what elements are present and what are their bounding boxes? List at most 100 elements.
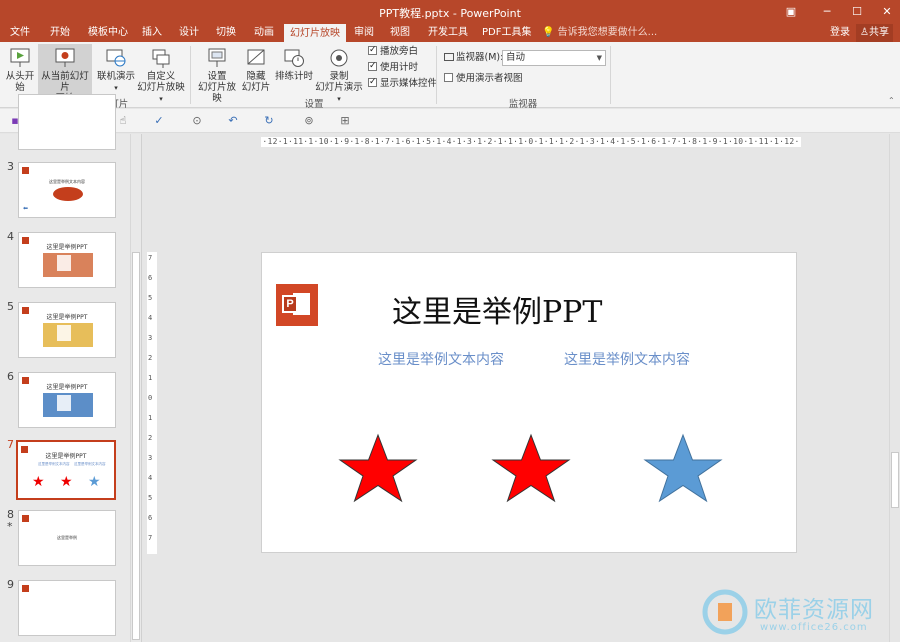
lightbulb-icon: 💡 — [542, 27, 555, 38]
vertical-ruler: 7 6 5 4 3 2 1 0 1 2 3 4 5 6 7 — [147, 252, 157, 554]
window-title: PPT教程.pptx - PowerPoint — [379, 7, 521, 20]
slide-number: 7 — [7, 438, 14, 451]
slide-title[interactable]: 这里是举例PPT — [392, 287, 652, 331]
hide-slide-icon — [247, 49, 265, 65]
custom-show-icon — [152, 49, 170, 68]
star-shape-1[interactable] — [338, 433, 418, 503]
tab-developer[interactable]: 开发工具 — [422, 24, 474, 42]
star-icon: ★ — [32, 474, 45, 490]
ribbon-display-icon[interactable]: ▣ — [780, 3, 802, 21]
spell-icon[interactable]: ✓ — [152, 114, 166, 128]
watermark-logo — [702, 589, 748, 635]
ellipse-shape — [53, 187, 83, 201]
checkbox-unchecked — [444, 73, 453, 82]
slide-thumbnail-7[interactable]: 这里是举例PPT 这里是举例文本内容 这里是举例文本内容 ★ ★ ★ — [16, 440, 116, 500]
slide-thumbnail-5[interactable]: 这里是举例PPT — [18, 302, 116, 358]
presenter-view-checkbox[interactable]: 使用演示者视图 — [444, 73, 523, 85]
slide-thumbnail-2[interactable] — [18, 94, 116, 150]
tab-home[interactable]: 开始 — [44, 24, 76, 42]
record-icon — [330, 49, 348, 67]
chevron-down-icon: ▼ — [596, 54, 602, 62]
from-beginning-button[interactable]: 从头开始 — [2, 44, 38, 94]
play-narrations-checkbox[interactable]: 播放旁白 — [368, 44, 418, 58]
ribbon: 从头开始 从当前幻灯片 开始 联机演示▾ 自定义 幻灯片放映 ▾ 开始放映幻灯片… — [0, 42, 900, 110]
star-shape-3[interactable] — [643, 433, 723, 503]
show-media-controls-checkbox[interactable]: 显示媒体控件 — [368, 76, 437, 90]
tab-transitions[interactable]: 切换 — [210, 24, 242, 42]
rehearse-timings-button[interactable]: 排练计时 — [274, 44, 314, 94]
slide-thumbnail-3[interactable]: 这里是举例文本内容 ⬅ — [18, 162, 116, 218]
star-shape-2[interactable] — [491, 433, 571, 503]
watermark: 欧菲资源网 www.office26.com — [700, 585, 900, 642]
use-timings-checkbox[interactable]: 使用计时 — [368, 60, 418, 74]
tab-pdf-tools[interactable]: PDF工具集 — [476, 24, 537, 42]
watermark-url: www.office26.com — [760, 622, 868, 633]
horizontal-ruler: ·12·1·11·1·10·1·9·1·8·1·7·1·6·1·5·1·4·1·… — [261, 137, 801, 147]
ribbon-separator — [610, 46, 611, 104]
thumbnail-scrollbar[interactable] — [130, 134, 141, 642]
star-1-fill — [338, 433, 418, 503]
slide-text-left[interactable]: 这里是举例文本内容 — [378, 349, 504, 369]
undo-icon[interactable]: ↶ — [226, 114, 240, 128]
tab-review[interactable]: 审阅 — [348, 24, 380, 42]
tab-slideshow[interactable]: 幻灯片放映 — [284, 24, 346, 42]
animation-marker: * — [7, 520, 13, 533]
hide-slide-button[interactable]: 隐藏 幻灯片 — [240, 44, 272, 94]
tab-templates[interactable]: 模板中心 — [82, 24, 134, 42]
watermark-text: 欧菲资源网 — [754, 597, 874, 623]
collapse-ribbon-icon[interactable]: ⌃ — [888, 96, 895, 105]
tab-view[interactable]: 视图 — [384, 24, 416, 42]
powerpoint-logo[interactable]: P — [276, 284, 318, 326]
slide-editor: ·12·1·11·1·10·1·9·1·8·1·7·1·6·1·5·1·4·1·… — [143, 134, 900, 642]
screen-icon[interactable]: ⊞ — [338, 114, 352, 128]
ribbon-separator — [436, 46, 437, 104]
ppt-logo-icon — [22, 515, 29, 522]
scrollbar-thumb[interactable] — [132, 252, 140, 640]
ppt-page-icon — [57, 255, 71, 271]
slide-canvas[interactable]: P 这里是举例PPT 这里是举例文本内容 这里是举例文本内容 — [261, 252, 797, 553]
start-icon[interactable]: ⊚ — [302, 114, 316, 128]
logo-letter: P — [282, 295, 298, 313]
monitor-label: 监视器(M): — [444, 52, 503, 64]
tab-insert[interactable]: 插入 — [136, 24, 168, 42]
slide-thumbnail-8[interactable]: 这里是举例 — [18, 510, 116, 566]
close-icon[interactable]: ✕ — [876, 3, 898, 21]
online-present-button[interactable]: 联机演示 ▾ — [94, 44, 138, 94]
setup-show-icon — [208, 48, 226, 67]
editor-scrollbar[interactable] — [889, 134, 900, 642]
scrollbar-thumb[interactable] — [891, 452, 899, 508]
projector-current-icon — [55, 48, 75, 67]
monitor-select[interactable]: 自动 ▼ — [502, 50, 606, 66]
group-label-setup: 设置 — [304, 99, 324, 110]
setup-slideshow-button[interactable]: 设置 幻灯片放映 — [194, 44, 240, 104]
preview-icon[interactable]: ⊙ — [190, 114, 204, 128]
slide-text-right[interactable]: 这里是举例文本内容 — [564, 349, 690, 369]
slide-number: 9 — [7, 578, 14, 591]
tab-design[interactable]: 设计 — [173, 24, 205, 42]
slide-number: 4 — [7, 230, 14, 243]
slide-number: 6 — [7, 370, 14, 383]
chevron-down-icon: ▾ — [114, 84, 118, 92]
redo-icon[interactable]: ↻ — [262, 114, 276, 128]
checkbox-checked — [368, 44, 377, 56]
slide-thumbnail-9[interactable] — [18, 580, 116, 636]
tab-animations[interactable]: 动画 — [248, 24, 280, 42]
projector-start-icon — [10, 48, 30, 67]
tell-me-search[interactable]: 💡 告诉我您想要做什么... — [542, 24, 657, 42]
custom-slideshow-button[interactable]: 自定义 幻灯片放映 ▾ — [136, 44, 186, 103]
online-present-icon — [106, 49, 126, 67]
minimize-icon[interactable]: ─ — [816, 3, 838, 21]
login-link[interactable]: 登录 — [830, 24, 850, 42]
from-current-slide-button[interactable]: 从当前幻灯片 开始 — [38, 44, 92, 104]
title-bar: PPT教程.pptx - PowerPoint ▣ ─ ☐ ✕ — [0, 0, 900, 24]
tab-file[interactable]: 文件 — [4, 24, 36, 42]
slide-thumbnail-6[interactable]: 这里是举例PPT — [18, 372, 116, 428]
record-slideshow-button[interactable]: 录制 幻灯片演示 ▾ — [314, 44, 364, 103]
timer-icon — [284, 49, 304, 67]
star-2-fill — [491, 433, 571, 503]
arrow-icon: ⬅ — [23, 205, 29, 212]
maximize-icon[interactable]: ☐ — [846, 3, 868, 21]
slide-thumbnail-4[interactable]: 这里是举例PPT — [18, 232, 116, 288]
share-button[interactable]: ♙共享 — [856, 24, 893, 42]
touch-icon[interactable]: ☝ — [116, 114, 130, 128]
